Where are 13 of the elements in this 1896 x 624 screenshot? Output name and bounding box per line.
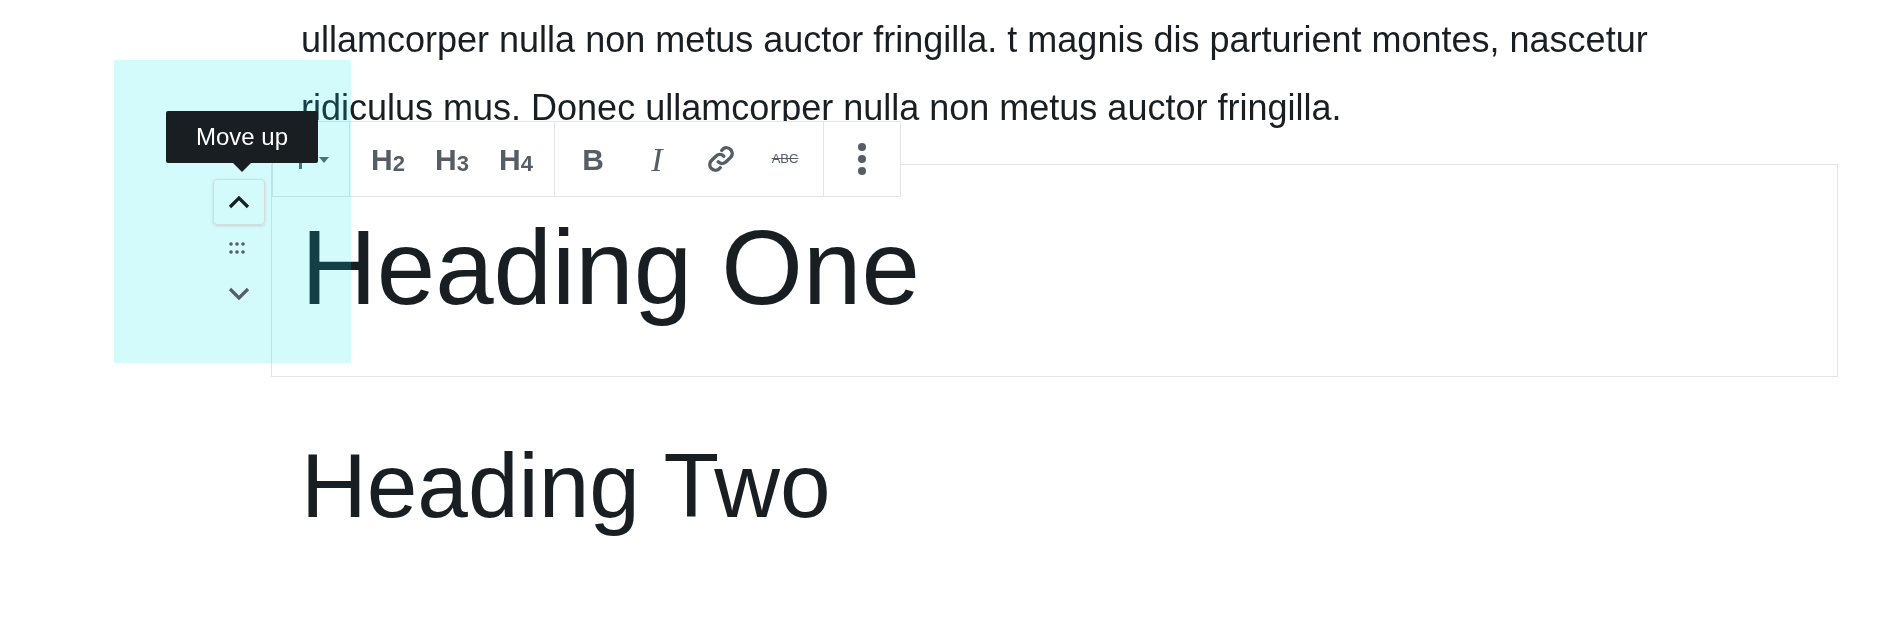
chevron-down-icon	[228, 287, 250, 301]
heading-button[interactable]: H4	[484, 129, 548, 189]
more-icon	[857, 142, 867, 176]
heading-text: Heading One	[301, 208, 921, 328]
heading-button[interactable]: H3	[420, 129, 484, 189]
chevron-up-icon	[228, 195, 250, 209]
tooltip: Move up	[166, 111, 318, 172]
strikethrough-button[interactable]: ABC	[753, 129, 817, 189]
bold-button[interactable]: B	[561, 129, 625, 189]
heading-button[interactable]: H2	[356, 129, 420, 189]
move-up-button[interactable]	[213, 179, 265, 225]
italic-button[interactable]: I	[625, 129, 689, 189]
heading-text: Heading Two	[301, 434, 832, 538]
